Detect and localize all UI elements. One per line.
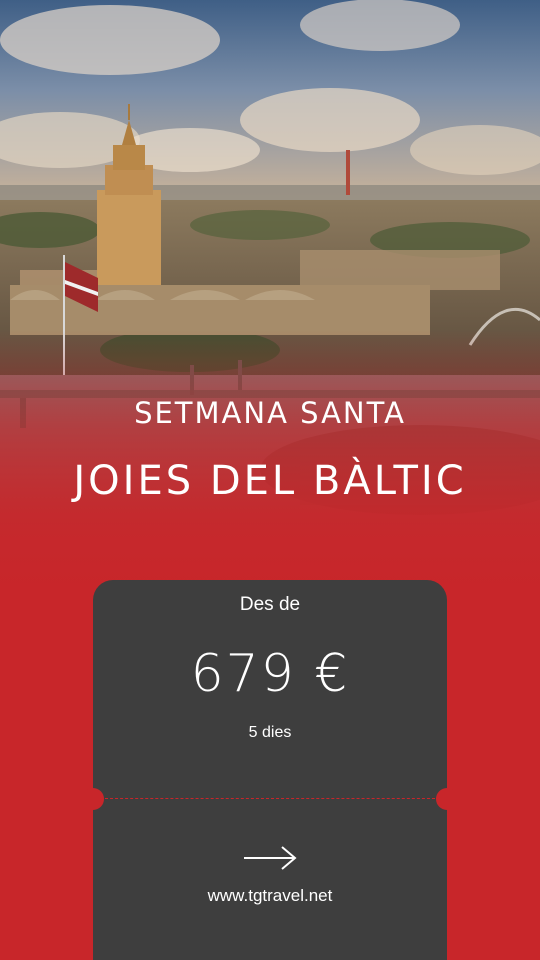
event-subtitle: SETMANA SANTA bbox=[134, 396, 406, 430]
arrow-right-icon[interactable] bbox=[242, 845, 298, 871]
price-value: 679 € bbox=[190, 644, 350, 704]
trip-duration: 5 dies bbox=[248, 724, 292, 741]
price-ticket-card[interactable]: Des de 679 € 5 dies www.tgtravel.net bbox=[82, 580, 458, 960]
trip-title: JOIES DEL BÀLTIC bbox=[73, 458, 467, 504]
website-link[interactable]: www.tgtravel.net bbox=[93, 886, 447, 906]
ticket-link-section[interactable]: www.tgtravel.net bbox=[93, 798, 447, 960]
from-label: Des de bbox=[239, 594, 301, 615]
promo-page: SETMANA SANTA JOIES DEL BÀLTIC Des de 67… bbox=[0, 0, 540, 960]
ticket-price-section: Des de 679 € 5 dies bbox=[93, 580, 447, 798]
